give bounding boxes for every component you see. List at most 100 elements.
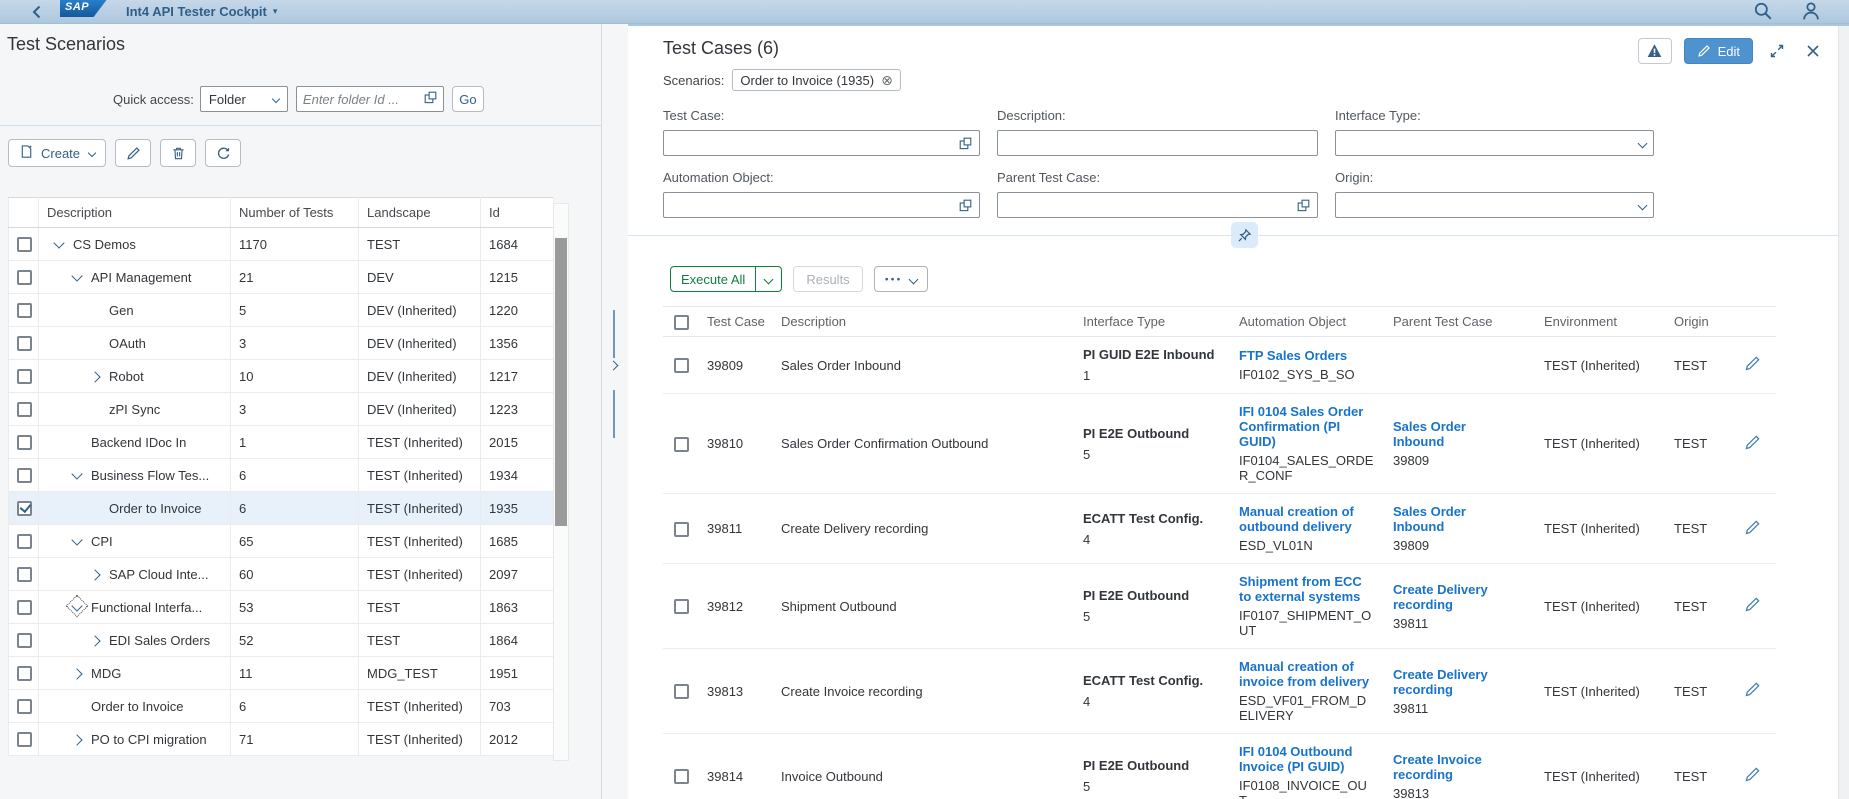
row-checkbox[interactable] — [17, 534, 32, 549]
row-checkbox[interactable] — [674, 358, 689, 373]
execute-all-button[interactable]: Execute All — [670, 266, 782, 292]
filter-input-parent-test-case[interactable] — [997, 192, 1318, 218]
collapse-arrow-icon[interactable] — [71, 534, 82, 545]
row-checkbox[interactable] — [17, 303, 32, 318]
scenarios-scrollbar[interactable] — [553, 203, 569, 761]
remove-token-icon[interactable]: ⊗ — [881, 73, 893, 87]
row-checkbox[interactable] — [17, 336, 32, 351]
row-checkbox[interactable] — [17, 270, 32, 285]
execute-all-menu-arrow[interactable] — [755, 267, 781, 291]
scenario-row[interactable]: EDI Sales Orders52TEST1864 — [9, 624, 554, 657]
column-parent-test-case[interactable]: Parent Test Case — [1385, 307, 1536, 337]
scenario-row[interactable]: Gen5DEV (Inherited)1220 — [9, 294, 554, 327]
filter-select-origin[interactable] — [1335, 192, 1654, 218]
row-checkbox[interactable] — [17, 732, 32, 747]
edit-row-button[interactable] — [1728, 734, 1776, 799]
value-help-icon[interactable] — [424, 91, 437, 107]
panel-splitter[interactable] — [601, 24, 628, 799]
scenario-row[interactable]: Order to Invoice6TEST (Inherited)1935 — [9, 492, 554, 525]
value-help-icon[interactable] — [959, 199, 972, 212]
scenario-row[interactable]: SAP Cloud Inte...60TEST (Inherited)2097 — [9, 558, 554, 591]
row-checkbox[interactable] — [17, 567, 32, 582]
create-button[interactable]: Create — [8, 139, 106, 167]
folder-id-input[interactable] — [303, 92, 424, 107]
delete-scenario-button[interactable] — [160, 139, 196, 167]
overflow-menu-button[interactable]: ●●● — [874, 266, 929, 292]
edit-row-button[interactable] — [1728, 649, 1776, 734]
row-checkbox[interactable] — [674, 522, 689, 537]
select-all-checkbox[interactable] — [674, 315, 689, 330]
filter-input-test-case[interactable] — [663, 130, 980, 156]
expand-panel-icon[interactable] — [609, 361, 619, 371]
row-checkbox[interactable] — [17, 699, 32, 714]
quick-access-type-select[interactable]: Folder — [200, 86, 288, 112]
app-title-menu[interactable]: Int4 API Tester Cockpit ▾ — [126, 4, 277, 19]
expand-arrow-icon[interactable] — [89, 569, 100, 580]
collapse-arrow-icon[interactable] — [71, 600, 82, 611]
search-icon[interactable] — [1753, 1, 1773, 21]
scrollbar-thumb[interactable] — [555, 238, 567, 526]
parent-test-case-link[interactable]: Create Delivery recording — [1393, 582, 1493, 612]
automation-object-link[interactable]: Shipment from ECC to external systems — [1239, 574, 1371, 604]
test-case-row[interactable]: 39810Sales Order Confirmation OutboundPI… — [663, 394, 1776, 494]
column-automation-object[interactable]: Automation Object — [1231, 307, 1385, 337]
expand-arrow-icon[interactable] — [71, 734, 82, 745]
go-button[interactable]: Go — [452, 86, 484, 112]
column-origin[interactable]: Origin — [1666, 307, 1728, 337]
row-checkbox[interactable] — [17, 435, 32, 450]
vertical-scrollbar[interactable] — [1838, 26, 1849, 799]
scenario-row[interactable]: MDG11MDG_TEST1951 — [9, 657, 554, 690]
parent-test-case-link[interactable]: Create Delivery recording — [1393, 667, 1493, 697]
row-checkbox[interactable] — [674, 769, 689, 784]
scenario-row[interactable]: Functional Interfa...53TEST1863 — [9, 591, 554, 624]
row-checkbox[interactable] — [17, 369, 32, 384]
user-icon[interactable] — [1801, 1, 1821, 21]
row-checkbox[interactable] — [674, 437, 689, 452]
row-checkbox[interactable] — [17, 402, 32, 417]
test-case-row[interactable]: 39809Sales Order InboundPI GUID E2E Inbo… — [663, 337, 1776, 394]
column-landscape[interactable]: Landscape — [359, 198, 481, 228]
automation-object-link[interactable]: Manual creation of outbound delivery — [1239, 504, 1371, 534]
filter-input-automation-object[interactable] — [663, 192, 980, 218]
row-checkbox[interactable] — [17, 633, 32, 648]
row-checkbox[interactable] — [17, 600, 32, 615]
row-checkbox[interactable] — [17, 468, 32, 483]
collapse-arrow-icon[interactable] — [71, 270, 82, 281]
results-button[interactable]: Results — [793, 266, 862, 292]
edit-button[interactable]: Edit — [1684, 38, 1753, 64]
expand-arrow-icon[interactable] — [89, 371, 100, 382]
fullscreen-icon[interactable] — [1765, 39, 1789, 63]
scenario-row[interactable]: PO to CPI migration71TEST (Inherited)201… — [9, 723, 554, 756]
edit-row-button[interactable] — [1728, 337, 1776, 394]
close-icon[interactable] — [1801, 39, 1825, 63]
column-number-of-tests[interactable]: Number of Tests — [231, 198, 359, 228]
test-case-row[interactable]: 39812Shipment OutboundPI E2E Outbound5Sh… — [663, 564, 1776, 649]
scenario-row[interactable]: Backend IDoc In1TEST (Inherited)2015 — [9, 426, 554, 459]
row-checkbox[interactable] — [17, 666, 32, 681]
scenario-row[interactable]: API Management21DEV1215 — [9, 261, 554, 294]
row-checkbox[interactable] — [17, 501, 32, 516]
test-case-row[interactable]: 39811Create Delivery recordingECATT Test… — [663, 494, 1776, 564]
row-checkbox[interactable] — [17, 237, 32, 252]
edit-row-button[interactable] — [1728, 394, 1776, 494]
value-help-icon[interactable] — [1297, 199, 1310, 212]
scenario-row[interactable]: CPI65TEST (Inherited)1685 — [9, 525, 554, 558]
row-checkbox[interactable] — [674, 684, 689, 699]
collapse-arrow-icon[interactable] — [71, 468, 82, 479]
parent-test-case-link[interactable]: Sales Order Inbound — [1393, 504, 1493, 534]
test-case-row[interactable]: 39814Invoice OutboundPI E2E Outbound5IFI… — [663, 734, 1776, 799]
parent-test-case-link[interactable]: Create Invoice recording — [1393, 752, 1493, 782]
column-description[interactable]: Description — [773, 307, 1075, 337]
expand-arrow-icon[interactable] — [89, 635, 100, 646]
alerts-button[interactable] — [1638, 38, 1672, 64]
filter-input-description[interactable] — [997, 130, 1318, 156]
back-icon[interactable] — [28, 3, 46, 21]
scenario-row[interactable]: Order to Invoice6TEST (Inherited)703 — [9, 690, 554, 723]
automation-object-link[interactable]: FTP Sales Orders — [1239, 348, 1347, 363]
column-test-case[interactable]: Test Case — [699, 307, 773, 337]
scenario-row[interactable]: OAuth3DEV (Inherited)1356 — [9, 327, 554, 360]
scenario-row[interactable]: zPI Sync3DEV (Inherited)1223 — [9, 393, 554, 426]
column-id[interactable]: Id — [481, 198, 554, 228]
pin-filter-bar-button[interactable] — [1231, 222, 1258, 248]
collapse-arrow-icon[interactable] — [53, 237, 64, 248]
